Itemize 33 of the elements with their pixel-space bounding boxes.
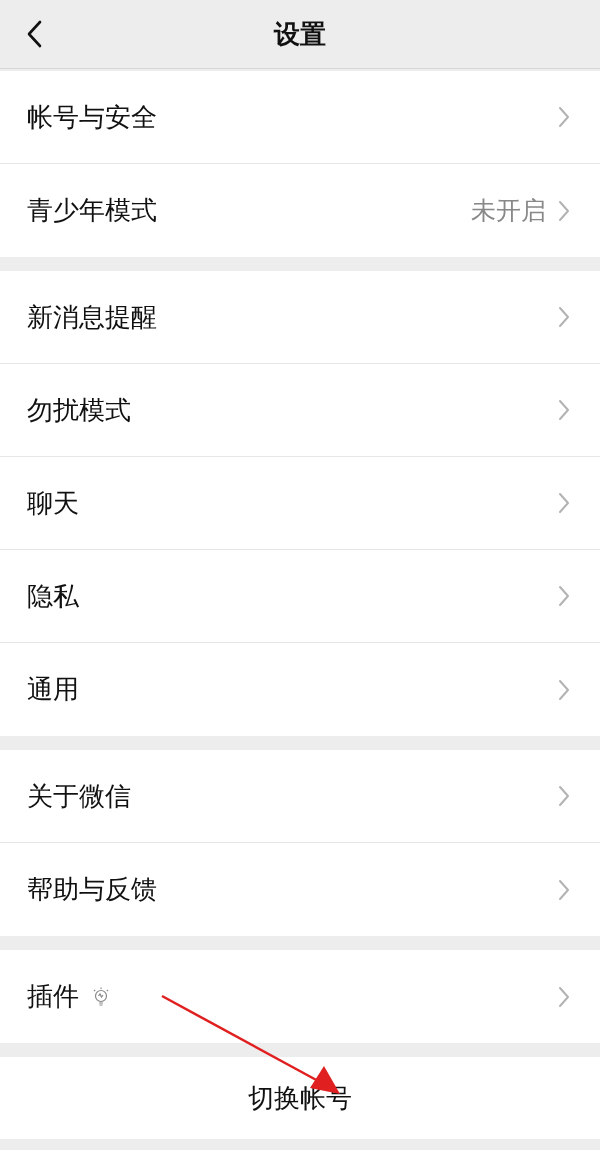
item-label: 隐私 [27, 579, 79, 613]
chevron-icon [558, 878, 570, 901]
item-value: 未开启 [471, 195, 546, 227]
item-label: 聊天 [27, 486, 79, 520]
item-label: 帮助与反馈 [27, 873, 157, 906]
item-label: 插件 [27, 980, 79, 1013]
settings-item[interactable]: 新消息提醒 [0, 271, 600, 364]
chevron-icon [558, 492, 570, 514]
back-icon [26, 20, 42, 48]
item-label: 关于微信 [27, 779, 131, 813]
chevron-icon [558, 199, 570, 222]
item-label: 勿扰模式 [27, 393, 131, 427]
settings-item[interactable]: 插件 [0, 950, 600, 1043]
chevron-icon [558, 785, 570, 807]
chevron-icon [558, 399, 570, 421]
chevron-icon [558, 585, 570, 607]
settings-item[interactable]: 青少年模式 未开启 [0, 164, 600, 257]
settings-item[interactable]: 隐私 [0, 550, 600, 643]
page-title: 设置 [274, 17, 326, 51]
settings-item[interactable]: 帐号与安全 [0, 71, 600, 164]
settings-item[interactable]: 勿扰模式 [0, 364, 600, 457]
chevron-icon [558, 678, 570, 701]
settings-item[interactable]: 通用 [0, 643, 600, 736]
settings-item[interactable]: 关于微信 [0, 750, 600, 843]
settings-item[interactable]: 帮助与反馈 [0, 843, 600, 936]
chevron-icon [558, 106, 570, 128]
item-label: 青少年模式 [27, 194, 157, 227]
item-label: 新消息提醒 [27, 300, 157, 334]
chevron-icon [558, 985, 570, 1008]
settings-item[interactable]: 聊天 [0, 457, 600, 550]
chevron-icon [558, 306, 570, 328]
item-label: 通用 [27, 673, 79, 706]
item-label: 帐号与安全 [27, 100, 157, 134]
